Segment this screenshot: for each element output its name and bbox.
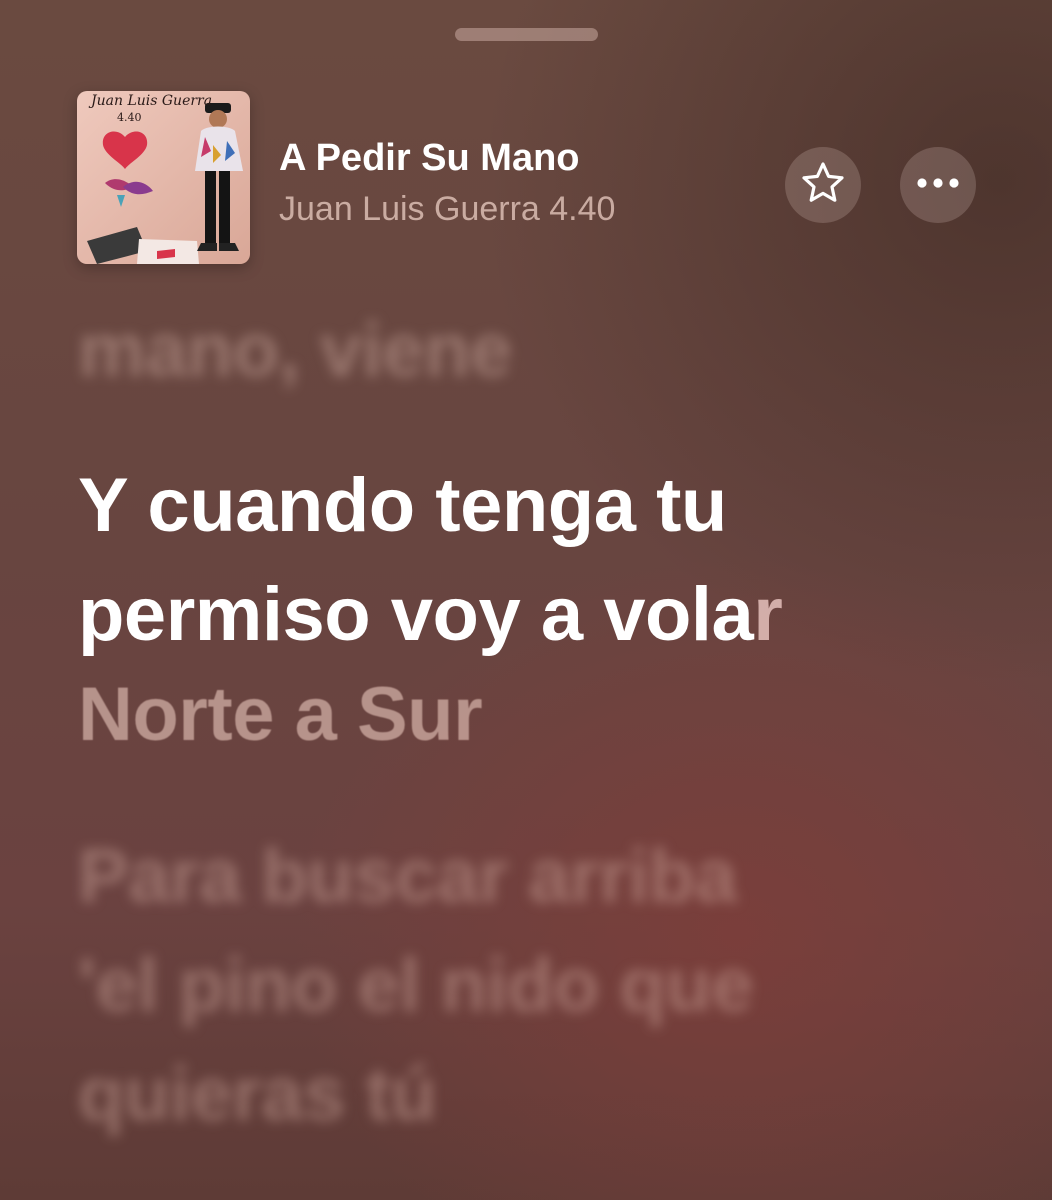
lyric-text: mano, viene [78, 308, 512, 393]
lyric-line-previous[interactable]: mano, viene [78, 296, 512, 405]
more-icon [916, 176, 960, 194]
now-playing-header: Juan Luis Guerra 4.40 A Pedir Su Mano Ju… [0, 0, 1052, 280]
lyric-unsung-part: r [753, 572, 783, 657]
artwork-band-number: 4.40 [117, 111, 142, 124]
song-title[interactable]: A Pedir Su Mano [279, 137, 580, 180]
lyric-line-current[interactable]: Y cuando tenga tu permiso voy a volar [78, 451, 783, 669]
lyric-text: 'el pino el nido que [78, 943, 754, 1028]
lyric-line-upcoming[interactable]: Para buscar arriba 'el pino el nido que … [78, 822, 754, 1149]
lyric-text-progress: permiso voy a volar [78, 560, 783, 669]
lyric-sung-part: permiso voy a vola [78, 572, 754, 657]
album-artwork-image [77, 91, 250, 264]
lyric-text: Para buscar arriba [78, 834, 737, 919]
album-artwork[interactable]: Juan Luis Guerra 4.40 [77, 91, 250, 264]
lyric-line-next[interactable]: Norte a Sur [78, 660, 483, 769]
favorite-button[interactable] [785, 147, 861, 223]
lyric-text: Y cuando tenga tu [78, 463, 727, 548]
lyric-text: Norte a Sur [78, 672, 483, 757]
artist-name[interactable]: Juan Luis Guerra 4.40 [279, 190, 615, 229]
more-options-button[interactable] [900, 147, 976, 223]
artwork-artist-script: Juan Luis Guerra [91, 93, 213, 109]
lyric-text: quieras tú [78, 1052, 437, 1137]
star-icon [797, 157, 849, 214]
